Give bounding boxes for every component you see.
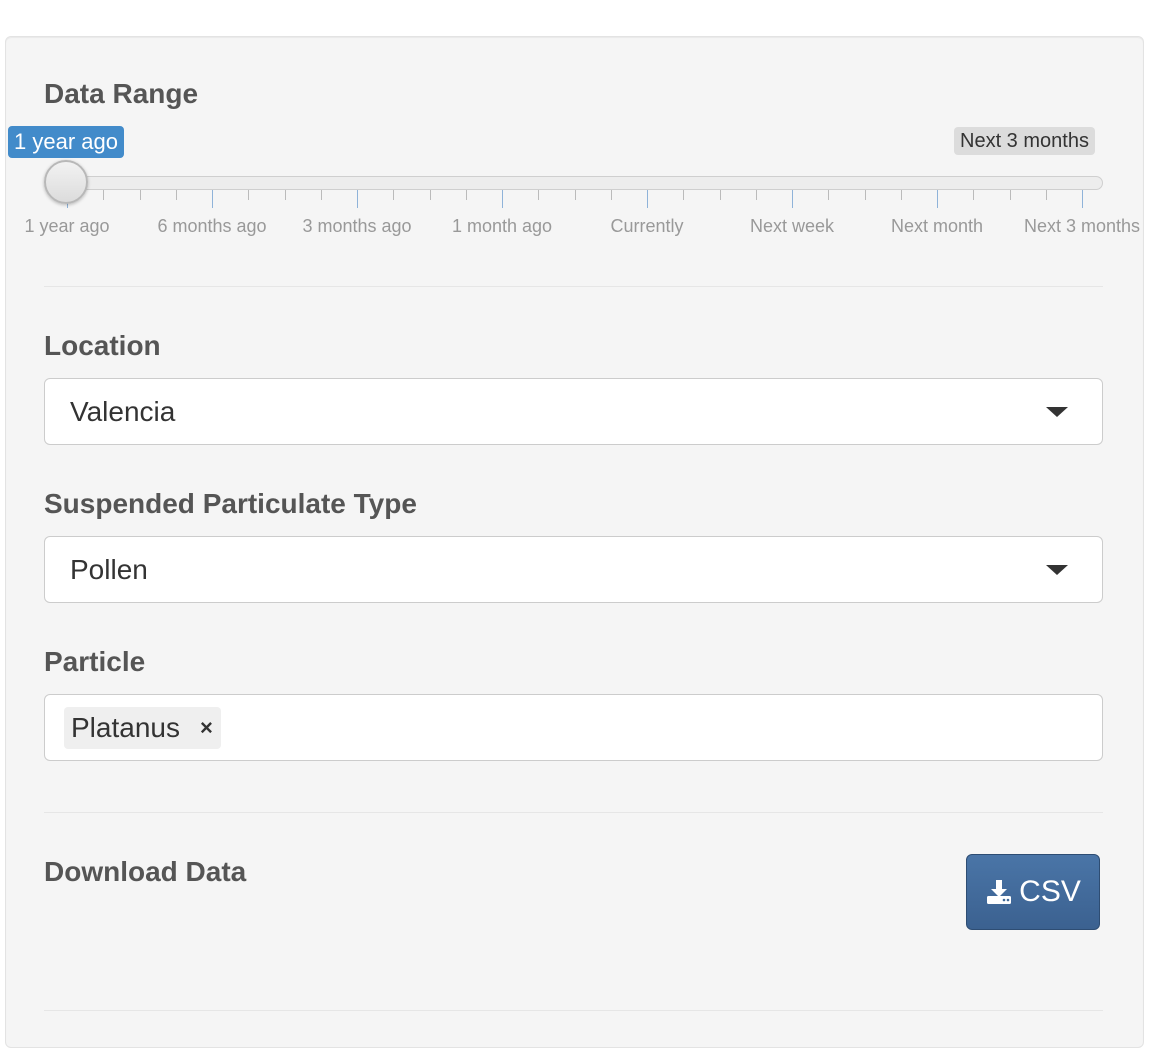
particulate-type-label: Suspended Particulate Type (44, 488, 417, 519)
divider (44, 812, 1103, 813)
caret-down-icon (1046, 565, 1068, 575)
slider-minor-tick (175, 190, 177, 200)
slider-minor-tick (538, 190, 540, 200)
slider-grid-label: Next week (749, 216, 835, 236)
caret-down-icon (1046, 407, 1068, 417)
remove-token-icon[interactable]: × (200, 717, 213, 739)
download-csv-button[interactable]: CSV (966, 854, 1100, 930)
slider-major-tick (502, 190, 503, 208)
particulate-type-select[interactable]: Pollen (44, 536, 1103, 603)
slider-major-tick (647, 190, 648, 208)
slider-grid-label: 1 month ago (451, 216, 553, 236)
slider-minor-tick (1009, 190, 1011, 200)
slider-minor-tick (139, 190, 141, 200)
slider-minor-tick (755, 190, 757, 200)
slider-minor-tick (393, 190, 395, 200)
particulate-type-value: Pollen (70, 554, 148, 585)
slider-minor-tick (320, 190, 322, 200)
slider-track[interactable] (64, 176, 1103, 190)
slider-minor-tick (610, 190, 612, 200)
slider-grid-label: Next 3 months (1023, 216, 1141, 236)
slider-minor-tick (284, 190, 286, 200)
slider-minor-tick (683, 190, 685, 200)
particle-multiselect[interactable]: Platanus × (44, 694, 1103, 761)
download-data-label: Download Data (44, 856, 247, 887)
slider-grid-label: 3 months ago (302, 216, 412, 236)
slider-minor-tick (864, 190, 866, 200)
slider-major-tick (1082, 190, 1083, 208)
slider-major-tick (212, 190, 213, 208)
slider-grid-label: 1 year ago (24, 216, 110, 236)
slider-minor-tick (103, 190, 105, 200)
data-range-label: Data Range (44, 78, 199, 109)
particle-label: Particle (44, 646, 146, 677)
divider (44, 1010, 1103, 1011)
slider-minor-tick (828, 190, 830, 200)
location-value: Valencia (70, 396, 176, 427)
slider-grid-label: 6 months ago (157, 216, 267, 236)
slider-grid-label: Next month (890, 216, 984, 236)
slider-minor-tick (900, 190, 902, 200)
slider-major-tick (937, 190, 938, 208)
slider-major-tick (792, 190, 793, 208)
particle-token: Platanus × (64, 707, 221, 749)
location-select[interactable]: Valencia (44, 378, 1103, 445)
slider-minor-tick (248, 190, 250, 200)
location-label: Location (44, 330, 161, 361)
slider-handle-from[interactable] (44, 160, 88, 204)
slider-minor-tick (465, 190, 467, 200)
slider-from-bubble: 1 year ago (8, 126, 124, 158)
particle-token-label: Platanus (71, 712, 180, 743)
slider-minor-tick (719, 190, 721, 200)
slider-minor-tick (1045, 190, 1047, 200)
slider-grid-label: Currently (610, 216, 684, 236)
download-icon (987, 880, 1012, 904)
slider-minor-tick (429, 190, 431, 200)
slider-minor-tick (973, 190, 975, 200)
slider-minor-tick (574, 190, 576, 200)
divider (44, 286, 1103, 287)
slider-major-tick (357, 190, 358, 208)
csv-button-label: CSV (1019, 875, 1081, 908)
slider-to-bubble: Next 3 months (954, 127, 1095, 155)
